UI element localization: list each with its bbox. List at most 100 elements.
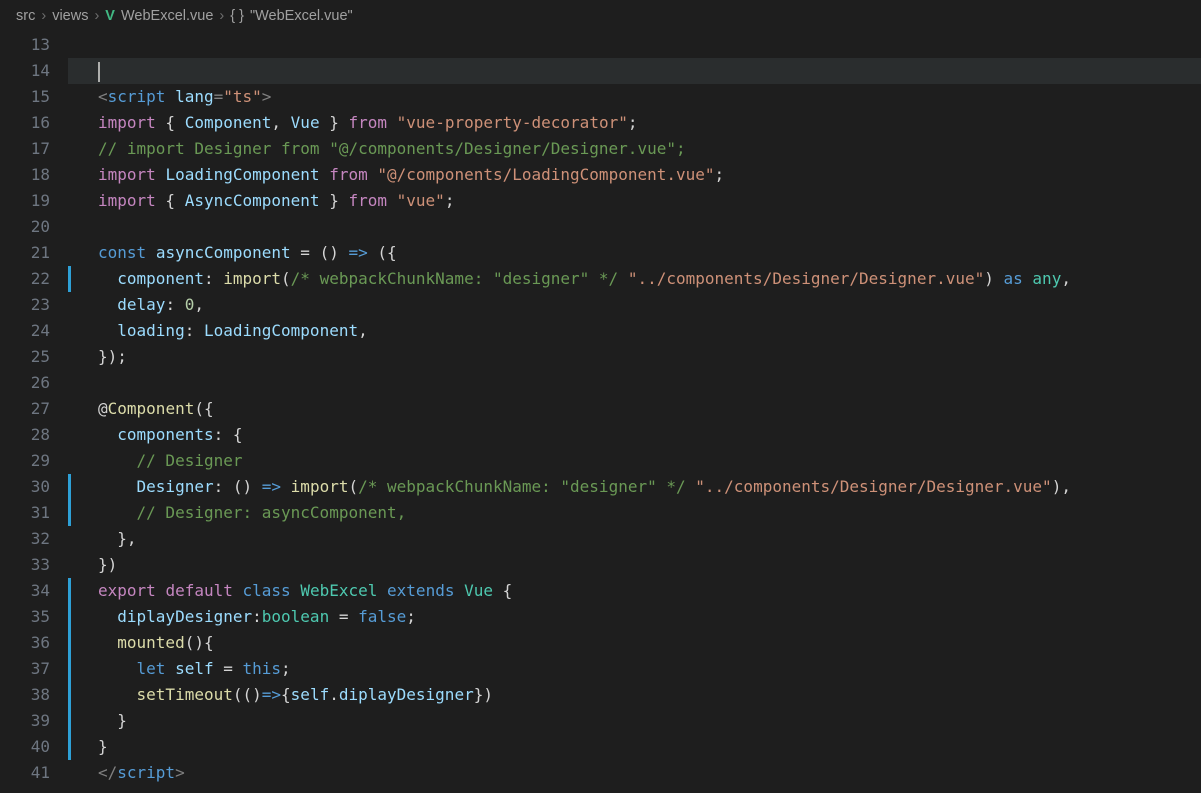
code-token: { (156, 113, 185, 132)
code-token (98, 659, 137, 678)
code-token: @ (98, 399, 108, 418)
code-token: import (98, 113, 156, 132)
code-token (156, 581, 166, 600)
code-token: Component (108, 399, 195, 418)
line-number: 28 (0, 422, 50, 448)
code-token: "../components/Designer/Designer.vue" (628, 269, 984, 288)
modified-line-indicator (68, 656, 71, 682)
code-token: { (156, 191, 185, 210)
code-line[interactable]: // Designer: asyncComponent, (68, 500, 1201, 526)
code-token (686, 477, 696, 496)
code-line[interactable]: mounted(){ (68, 630, 1201, 656)
code-token: ; (445, 191, 455, 210)
text-cursor (98, 62, 100, 82)
breadcrumb-item[interactable]: src (16, 8, 35, 24)
code-token: Vue (464, 581, 493, 600)
code-token: /* webpackChunkName: "designer" */ (358, 477, 686, 496)
code-token: // Designer (137, 451, 243, 470)
code-token: "vue-property-decorator" (397, 113, 628, 132)
code-line[interactable] (68, 214, 1201, 240)
code-line[interactable]: } (68, 708, 1201, 734)
code-token: (() (233, 685, 262, 704)
code-token: export (98, 581, 156, 600)
vue-file-icon: V (105, 8, 115, 24)
code-token: 0 (185, 295, 195, 314)
code-line[interactable]: <script lang="ts"> (68, 84, 1201, 110)
code-line[interactable]: components: { (68, 422, 1201, 448)
code-line[interactable]: let self = this; (68, 656, 1201, 682)
code-line[interactable]: loading: LoadingComponent, (68, 318, 1201, 344)
modified-line-indicator (68, 578, 71, 604)
code-token: ( (348, 477, 358, 496)
breadcrumb-item[interactable]: views (52, 8, 88, 24)
code-line[interactable]: @Component({ (68, 396, 1201, 422)
code-token: import (223, 269, 281, 288)
line-number: 14 (0, 58, 50, 84)
code-token: import (291, 477, 349, 496)
code-line[interactable]: import { AsyncComponent } from "vue"; (68, 188, 1201, 214)
code-line[interactable]: export default class WebExcel extends Vu… (68, 578, 1201, 604)
code-token: loading (117, 321, 184, 340)
code-line[interactable]: delay: 0, (68, 292, 1201, 318)
code-token: : (185, 321, 204, 340)
code-token: }); (98, 347, 127, 366)
code-token (98, 451, 137, 470)
code-line[interactable]: setTimeout(()=>{self.diplayDesigner}) (68, 682, 1201, 708)
code-line[interactable]: }); (68, 344, 1201, 370)
code-line[interactable] (68, 58, 1201, 84)
code-token: ; (281, 659, 291, 678)
code-token: any (1032, 269, 1061, 288)
modified-line-indicator (68, 266, 71, 292)
code-token: : () (214, 477, 262, 496)
code-token (98, 607, 117, 626)
code-token: { (281, 685, 291, 704)
code-token (98, 503, 137, 522)
code-line[interactable]: import { Component, Vue } from "vue-prop… (68, 110, 1201, 136)
line-number: 40 (0, 734, 50, 760)
code-token (454, 581, 464, 600)
code-token: , (194, 295, 204, 314)
breadcrumb-item[interactable]: WebExcel.vue (121, 8, 213, 24)
code-line[interactable]: }, (68, 526, 1201, 552)
code-line[interactable]: import LoadingComponent from "@/componen… (68, 162, 1201, 188)
code-token: { (493, 581, 512, 600)
code-token: "@/components/LoadingComponent.vue" (377, 165, 714, 184)
code-token: = () (291, 243, 349, 262)
code-token: : (204, 269, 223, 288)
code-line[interactable]: }) (68, 552, 1201, 578)
code-line[interactable] (68, 32, 1201, 58)
line-number: 27 (0, 396, 50, 422)
code-token: ; (715, 165, 725, 184)
code-token: }) (474, 685, 493, 704)
code-line[interactable]: } (68, 734, 1201, 760)
code-line[interactable] (68, 370, 1201, 396)
code-line[interactable]: </script> (68, 760, 1201, 786)
code-token: mounted (117, 633, 184, 652)
code-token: /* webpackChunkName: "designer" */ (291, 269, 619, 288)
code-token: ), (1052, 477, 1071, 496)
code-line[interactable]: // Designer (68, 448, 1201, 474)
code-token: => (262, 477, 281, 496)
line-number: 15 (0, 84, 50, 110)
code-token: as (1004, 269, 1023, 288)
code-token (165, 659, 175, 678)
code-token (98, 477, 137, 496)
code-content[interactable]: <script lang="ts">import { Component, Vu… (68, 32, 1201, 793)
code-token (233, 581, 243, 600)
code-token: ; (406, 607, 416, 626)
code-token: } (320, 191, 349, 210)
code-line[interactable]: diplayDesigner:boolean = false; (68, 604, 1201, 630)
code-line[interactable]: component: import(/* webpackChunkName: "… (68, 266, 1201, 292)
code-line[interactable]: Designer: () => import(/* webpackChunkNa… (68, 474, 1201, 500)
code-token: : (165, 295, 184, 314)
code-line[interactable]: const asyncComponent = () => ({ (68, 240, 1201, 266)
line-number: 19 (0, 188, 50, 214)
breadcrumb-item[interactable]: "WebExcel.vue" (250, 8, 353, 24)
code-token (98, 269, 117, 288)
code-token: }, (98, 529, 137, 548)
line-number: 13 (0, 32, 50, 58)
code-token: self (291, 685, 330, 704)
breadcrumb[interactable]: src › views › V WebExcel.vue › { } "WebE… (0, 0, 1201, 32)
code-editor[interactable]: 1314151617181920212223242526272829303132… (0, 32, 1201, 793)
code-line[interactable]: // import Designer from "@/components/De… (68, 136, 1201, 162)
